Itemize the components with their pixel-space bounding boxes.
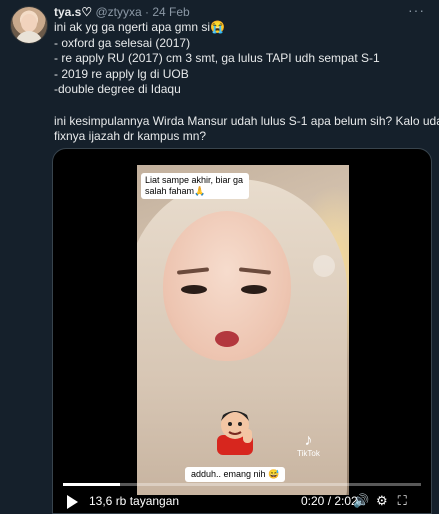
tweet-text: ini ak yg ga ngerti apa gmn si😭 - oxford…: [54, 20, 439, 145]
progress-fill: [63, 483, 121, 486]
tiktok-label: TikTok: [297, 449, 320, 458]
eye-right: [241, 285, 267, 294]
user-name[interactable]: tya.s♡: [54, 5, 92, 19]
tweet-line: - oxford ga selesai (2017): [54, 35, 191, 50]
time-display: 0:20 / 2:02: [301, 494, 358, 508]
tiktok-watermark: ♪ TikTok: [297, 433, 320, 459]
more-options-icon[interactable]: ···: [408, 2, 425, 18]
play-icon[interactable]: [67, 495, 78, 509]
avatar-body: [15, 31, 43, 43]
tweet-date[interactable]: 24 Feb: [152, 5, 189, 19]
mouth: [215, 331, 239, 347]
video-caption: Liat sampe akhir, biar ga salah faham🙏: [141, 173, 249, 199]
settings-gear-icon[interactable]: ⚙: [373, 493, 390, 509]
progress-bar[interactable]: [63, 483, 421, 486]
tweet[interactable]: tya.s♡ @ztyyxa · 24 Feb ··· ini ak yg ga…: [0, 0, 439, 514]
user-handle[interactable]: @ztyyxa: [95, 5, 141, 19]
video-controls: 13,6 rb tayangan 0:20 / 2:02 🔊 ⚙ ⛶: [53, 479, 431, 513]
eye-left: [181, 285, 207, 294]
volume-icon[interactable]: 🔊: [353, 493, 370, 509]
person-face: [163, 211, 291, 361]
separator: ·: [145, 5, 149, 19]
tweet-line: - re apply RU (2017) cm 3 smt, ga lulus …: [54, 51, 380, 65]
tweet-line: ini ak yg ga ngerti apa gmn si😭: [54, 20, 226, 34]
tiktok-logo-icon: ♪: [304, 432, 313, 449]
eyebrow-left: [176, 267, 210, 275]
fullscreen-icon[interactable]: ⛶: [394, 493, 411, 509]
tweet-line: -double degree di Idaqu: [54, 82, 181, 96]
video-player[interactable]: Liat sampe akhir, biar ga salah faham🙏 ♪…: [52, 148, 432, 514]
eyebrow-right: [238, 267, 272, 275]
cartoon-sticker-icon: [217, 411, 253, 455]
light-reflection: [313, 255, 335, 277]
tweet-line: - 2019 re apply lg di UOB: [54, 66, 189, 81]
view-count: 13,6 rb tayangan: [89, 494, 180, 508]
avatar-face: [21, 14, 37, 32]
video-frame[interactable]: Liat sampe akhir, biar ga salah faham🙏 ♪…: [137, 165, 349, 495]
tweet-line: fixnya ijazah dr kampus mn?: [54, 129, 207, 143]
avatar[interactable]: [10, 6, 48, 44]
tweet-header: tya.s♡ @ztyyxa · 24 Feb: [54, 4, 190, 20]
player-icons: 🔊 ⚙ ⛶: [353, 493, 411, 509]
tweet-line: ini kesimpulannya Wirda Mansur udah lulu…: [54, 113, 439, 128]
